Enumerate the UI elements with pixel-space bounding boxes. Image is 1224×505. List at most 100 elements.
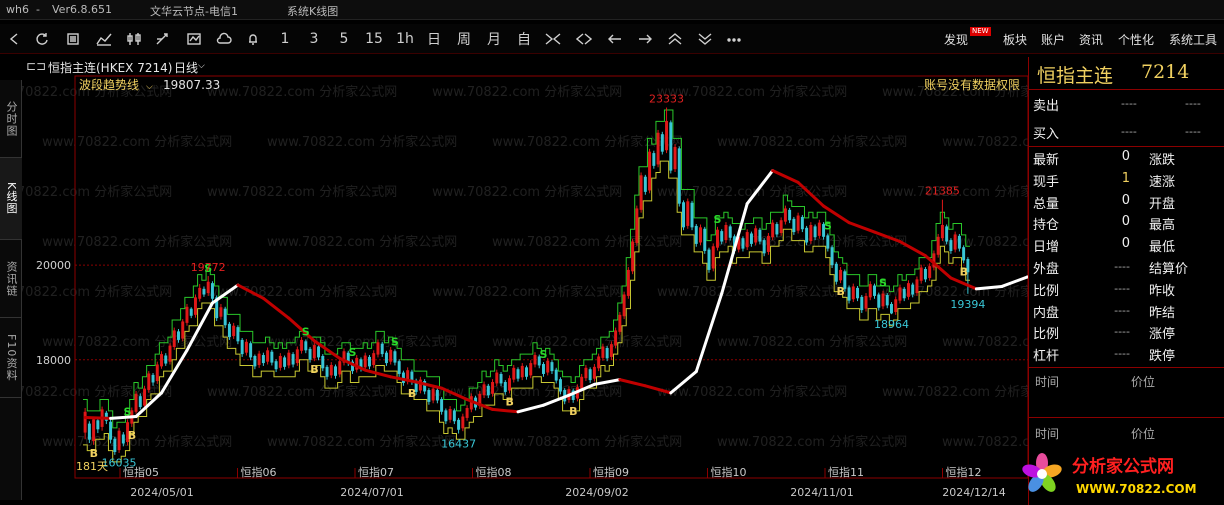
bell-icon[interactable] [244, 29, 262, 49]
scroll-right-icon[interactable] [635, 29, 655, 49]
candle-body [376, 342, 380, 355]
scroll-left-icon[interactable] [605, 29, 625, 49]
candle-body [792, 218, 796, 233]
tick-time-header: 时间 [1035, 375, 1060, 389]
candle-body [631, 241, 635, 272]
bid-price: ---- [1121, 125, 1137, 138]
candle-body [890, 303, 893, 314]
price-annotation: 21385 [925, 185, 960, 198]
window-title: 系统K线图 [287, 5, 339, 18]
candle-body [877, 294, 881, 308]
quote-label: 杠杆 [1033, 349, 1060, 365]
candle-body [227, 323, 231, 338]
refresh-icon[interactable] [33, 29, 51, 49]
period-custom[interactable]: 自 [513, 29, 535, 49]
bid-label: 买入 [1033, 127, 1060, 142]
trend-segment [771, 169, 800, 184]
indicator-name[interactable]: 波段趋势线 [79, 77, 139, 92]
tab-kline[interactable]: K线图 [0, 158, 22, 240]
period-month[interactable]: 月 [483, 29, 505, 49]
candle-body [440, 399, 444, 412]
candle-body [512, 367, 516, 380]
divider [1029, 89, 1224, 90]
indicator-value: 19807.33 [163, 78, 220, 92]
toolbar: 1 3 5 15 1h 日 周 月 自 发现 NEW 板块 账户 资讯 个性化 … [0, 24, 1224, 54]
candle-body [486, 385, 490, 396]
candle-body [673, 146, 677, 170]
divider [1029, 367, 1224, 368]
menu-account[interactable]: 账户 [1041, 31, 1065, 48]
candle-body [847, 287, 851, 301]
candlestick-icon[interactable] [124, 29, 144, 49]
y-tick-label: 20000 [36, 259, 71, 272]
candle-body [151, 374, 155, 383]
cloud-icon[interactable] [214, 29, 234, 49]
month-label: 恒指05 [123, 465, 159, 479]
price-chart[interactable]: www.70822.com 分析家公式网 www.70822.com 分析家公式网… [22, 74, 1028, 505]
period-week[interactable]: 周 [453, 29, 475, 49]
collapse-icon[interactable]: ⊏⊐ [26, 59, 46, 73]
svg-text:WWW.70822.COM: WWW.70822.COM [1076, 482, 1197, 496]
chevron-down-icon[interactable]: ⌵ [198, 61, 205, 71]
menu-personalize[interactable]: 个性化 [1118, 31, 1154, 48]
back-icon[interactable] [6, 29, 24, 49]
quote-label: 最新 [1033, 153, 1060, 168]
quote-label: 最低 [1149, 240, 1176, 256]
watermark-text: www.70822.com 分析家公式网 [717, 434, 907, 450]
candle-body [181, 321, 185, 339]
candle-body [508, 378, 512, 391]
tab-intraday[interactable]: 分时图 [0, 80, 22, 158]
candle-body [546, 360, 550, 373]
signal-marker: S [348, 346, 356, 359]
page-up-icon[interactable] [665, 29, 685, 49]
candle-body [274, 361, 278, 370]
candle-body [189, 308, 193, 316]
menu-discover[interactable]: 发现 [944, 31, 968, 48]
candle-body [134, 393, 138, 412]
candle-body [614, 330, 618, 346]
line-chart-icon[interactable] [94, 29, 114, 49]
indicator-icon[interactable] [184, 29, 204, 49]
tab-f10[interactable]: F10资料 [0, 318, 22, 398]
signal-marker: B [569, 405, 577, 418]
watermark-text: www.70822.com 分析家公式网 [42, 434, 232, 450]
candle-body [949, 240, 953, 251]
signal-marker: S [879, 277, 887, 290]
tick-time-header-2: 时间 [1035, 427, 1060, 441]
candle-body [860, 296, 864, 311]
price-annotation: 18964 [874, 318, 909, 331]
candle-body [796, 215, 800, 231]
page-down-icon[interactable] [695, 29, 715, 49]
menu-news[interactable]: 资讯 [1079, 31, 1103, 48]
more-icon[interactable] [724, 29, 744, 49]
period-day[interactable]: 日 [423, 29, 445, 49]
indicator-chevron-icon[interactable]: ⌵ [146, 82, 153, 92]
new-badge: NEW [970, 27, 991, 36]
period-1m[interactable]: 1 [274, 29, 296, 49]
period-1h[interactable]: 1h [393, 29, 417, 49]
quote-label: 昨结 [1149, 305, 1176, 321]
period-3m[interactable]: 3 [303, 29, 325, 49]
candle-body [758, 229, 762, 242]
candle-body [618, 314, 622, 332]
candle-body [622, 294, 626, 317]
watermark-text: www.70822.com 分析家公式网 [657, 284, 847, 300]
menu-sector[interactable]: 板块 [1003, 31, 1027, 48]
candle-body [452, 410, 456, 422]
period-15m[interactable]: 15 [362, 29, 386, 49]
tab-news-chain[interactable]: 资讯链 [0, 240, 22, 318]
server-name[interactable]: 文华云节点-电信1 [150, 3, 238, 19]
watermark-text: www.70822.com 分析家公式网 [207, 384, 397, 400]
period-5m[interactable]: 5 [333, 29, 355, 49]
candle-body [936, 236, 940, 255]
month-labels: 恒指05 恒指06 恒指07 恒指08 恒指09 恒指10 恒指11 恒指12 [119, 465, 982, 479]
zoom-out-icon[interactable] [543, 29, 563, 49]
quote-value: 0 [1121, 236, 1130, 252]
draw-tools-icon[interactable] [153, 29, 173, 49]
list-icon[interactable] [64, 29, 82, 49]
menu-system-tools[interactable]: 系统工具 [1169, 31, 1217, 48]
days-label: 181天 [76, 460, 108, 473]
candle-body [321, 355, 325, 369]
candle-body [945, 226, 949, 242]
zoom-in-icon[interactable] [574, 29, 594, 49]
